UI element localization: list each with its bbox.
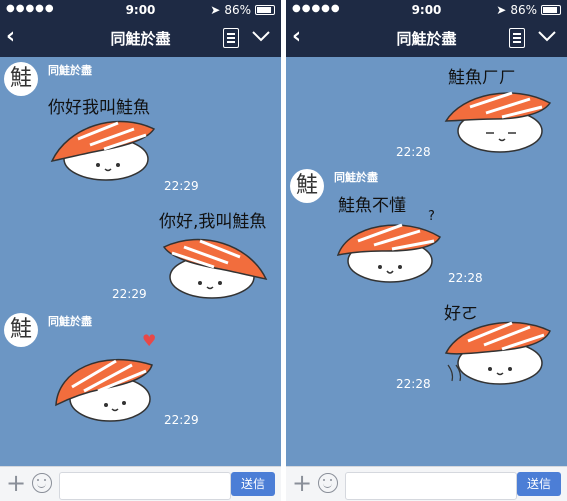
left-phone-screen: ●●●●● 9:00 ➤ 86% ‹ 同鮭於盡 鮭 同鮭於盡 你好我叫鮭魚 22… [0, 0, 281, 501]
salmon-sushi-sticker[interactable] [442, 85, 554, 157]
plus-icon[interactable]: + [6, 471, 26, 495]
input-bar: + 送信 [286, 466, 567, 501]
message-time: 22:28 [396, 145, 431, 159]
salmon-sushi-sticker[interactable] [442, 313, 554, 389]
status-bar: ●●●●● 9:00 ➤ 86% [286, 0, 567, 20]
message-time: 22:29 [164, 413, 199, 427]
right-phone-screen: ●●●●● 9:00 ➤ 86% ‹ 同鮭於盡 鮭魚ㄏㄏ 22:28 鮭 同鮭於… [286, 0, 567, 501]
salmon-sushi-sticker[interactable] [334, 215, 446, 287]
avatar[interactable]: 鮭 [4, 62, 38, 96]
location-icon: ➤ [210, 3, 221, 17]
location-icon: ➤ [496, 3, 507, 17]
emoji-icon[interactable] [32, 473, 52, 493]
salmon-sushi-sticker[interactable] [158, 231, 270, 303]
input-bar: + 送信 [0, 466, 281, 501]
battery-icon [255, 5, 275, 15]
chevron-down-icon[interactable] [537, 30, 557, 42]
emoji-icon[interactable] [318, 473, 338, 493]
battery-area: ➤ 86% [496, 3, 561, 17]
sender-name: 同鮭於盡 [48, 315, 92, 328]
sticker-caption: 你好,我叫鮭魚 [159, 212, 267, 232]
sender-name: 同鮭於盡 [334, 171, 378, 184]
battery-icon [541, 5, 561, 15]
note-icon[interactable] [223, 28, 239, 48]
chat-header: ‹ 同鮭於盡 [0, 20, 281, 57]
send-button[interactable]: 送信 [517, 472, 561, 496]
send-button[interactable]: 送信 [231, 472, 275, 496]
message-time: 22:29 [164, 179, 199, 193]
battery-area: ➤ 86% [210, 3, 275, 17]
plus-icon[interactable]: + [292, 471, 312, 495]
message-time: 22:29 [112, 287, 147, 301]
status-bar: ●●●●● 9:00 ➤ 86% [0, 0, 281, 20]
sender-name: 同鮭於盡 [48, 64, 92, 77]
chat-area[interactable]: 鮭魚ㄏㄏ 22:28 鮭 同鮭於盡 鮭魚不懂 ? 22:28 好ㄛ 22:28 [286, 57, 567, 466]
salmon-sushi-sticker[interactable] [48, 113, 160, 185]
message-time: 22:28 [396, 377, 431, 391]
chat-header: ‹ 同鮭於盡 [286, 20, 567, 57]
salmon-sushi-sticker[interactable] [50, 347, 162, 427]
message-input[interactable] [345, 472, 517, 500]
sticker-caption: 鮭魚不懂 [338, 196, 406, 216]
battery-percent: 86% [510, 3, 537, 17]
note-icon[interactable] [509, 28, 525, 48]
avatar[interactable]: 鮭 [4, 313, 38, 347]
chevron-down-icon[interactable] [251, 30, 271, 42]
avatar[interactable]: 鮭 [290, 169, 324, 203]
message-input[interactable] [59, 472, 231, 500]
chat-area[interactable]: 鮭 同鮭於盡 你好我叫鮭魚 22:29 你好,我叫鮭魚 22:29 鮭 同鮭於盡… [0, 57, 281, 466]
battery-percent: 86% [224, 3, 251, 17]
message-time: 22:28 [448, 271, 483, 285]
